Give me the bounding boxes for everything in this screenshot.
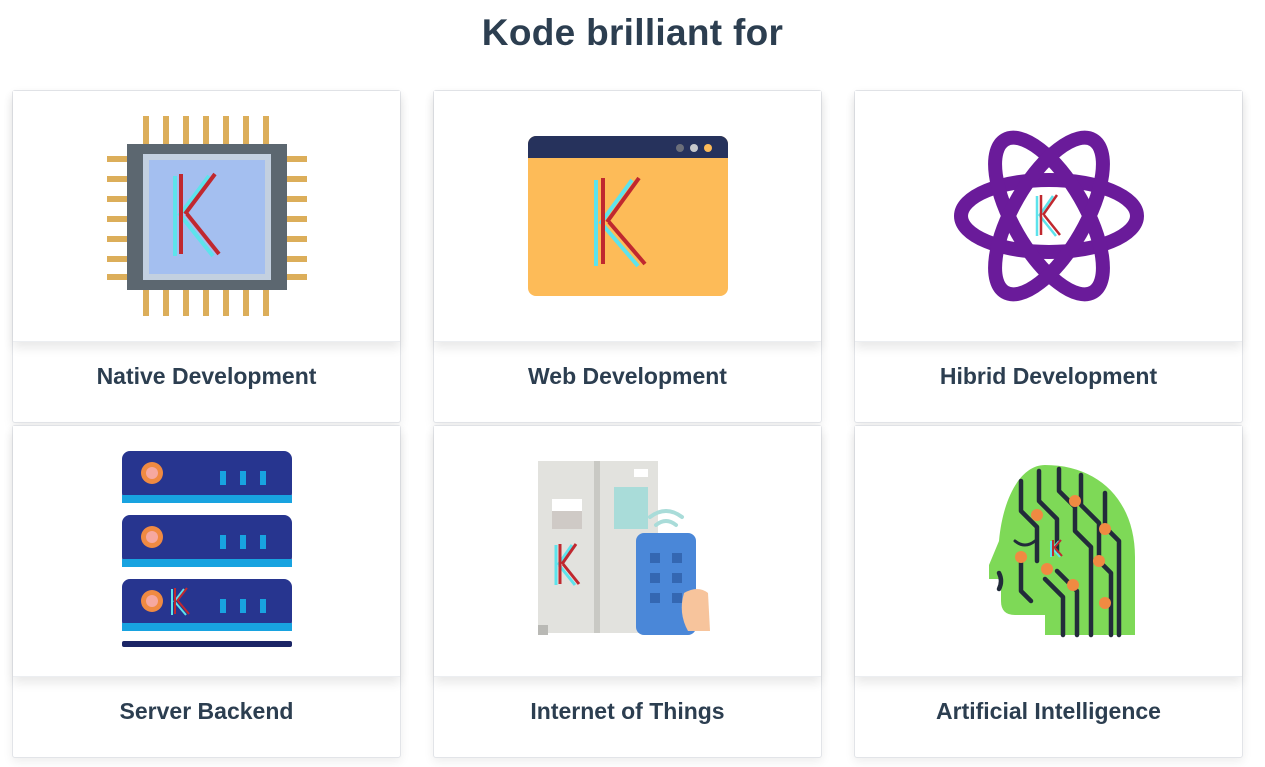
smart-fridge-phone-icon <box>537 461 710 635</box>
card-label: Web Development <box>528 363 727 389</box>
card-image <box>855 426 1242 677</box>
cpu-chip-icon <box>106 116 307 316</box>
card-label: Artificial Intelligence <box>936 698 1161 724</box>
feature-grid: Native Development Web Development Hibri… <box>12 90 1243 758</box>
card-image <box>13 91 400 342</box>
card-label: Internet of Things <box>530 698 725 724</box>
card-image <box>434 91 821 342</box>
atom-star-icon <box>953 130 1144 302</box>
card-web-development[interactable]: Web Development <box>433 90 822 423</box>
server-stack-icon <box>121 451 292 647</box>
card-image <box>13 426 400 677</box>
card-label: Server Backend <box>119 698 294 724</box>
card-internet-of-things[interactable]: Internet of Things <box>433 425 822 758</box>
browser-window-icon <box>527 136 728 296</box>
ai-circuit-head-icon <box>988 465 1135 638</box>
card-native-development[interactable]: Native Development <box>12 90 401 423</box>
card-hibrid-development[interactable]: Hibrid Development <box>854 90 1243 423</box>
card-label: Native Development <box>96 363 317 389</box>
card-image <box>855 91 1242 342</box>
page-title: Kode brilliant for <box>481 12 784 53</box>
card-server-backend[interactable]: Server Backend <box>12 425 401 758</box>
card-image <box>434 426 821 677</box>
card-label: Hibrid Development <box>939 363 1158 389</box>
card-artificial-intelligence[interactable]: Artificial Intelligence <box>854 425 1243 758</box>
